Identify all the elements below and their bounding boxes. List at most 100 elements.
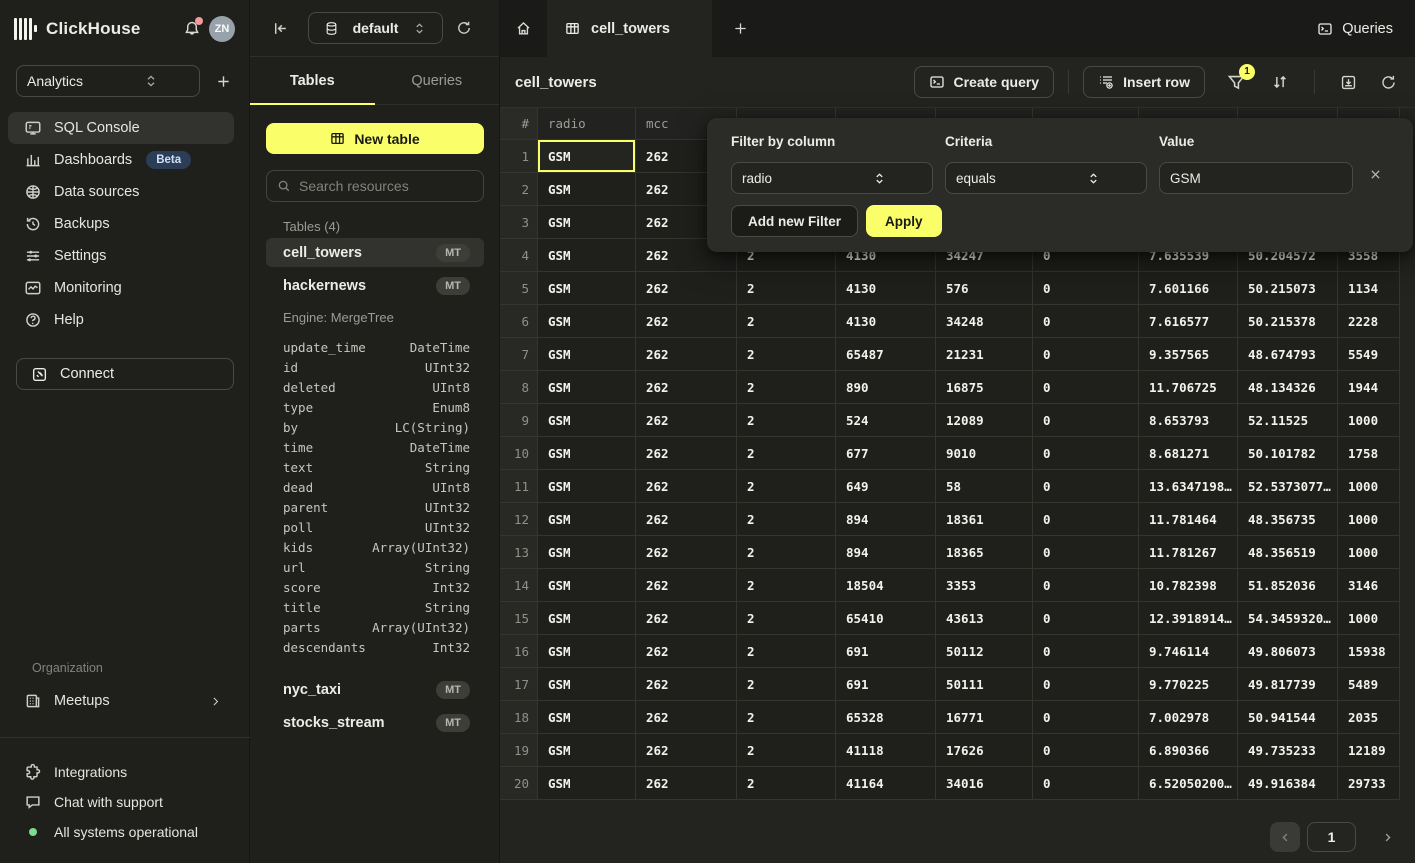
grid-cell[interactable]: 11.706725	[1139, 371, 1238, 404]
grid-cell[interactable]: 8.681271	[1139, 437, 1238, 470]
search-resources-box[interactable]	[266, 170, 484, 202]
grid-cell[interactable]: 10.782398	[1139, 569, 1238, 602]
grid-cell[interactable]: 65410	[836, 602, 936, 635]
grid-header-cell[interactable]: radio	[538, 108, 636, 140]
explorer-tab-queries[interactable]: Queries	[375, 57, 500, 104]
grid-cell[interactable]: 18504	[836, 569, 936, 602]
grid-cell[interactable]: 0	[1033, 437, 1139, 470]
grid-cell[interactable]: 0	[1033, 404, 1139, 437]
grid-cell[interactable]: 0	[1033, 305, 1139, 338]
grid-cell[interactable]: GSM	[538, 437, 636, 470]
refresh-icon[interactable]	[1380, 74, 1397, 91]
grid-cell[interactable]: 1000	[1338, 503, 1400, 536]
grid-cell[interactable]: 13.6347198…	[1139, 470, 1238, 503]
grid-cell[interactable]: 1000	[1338, 602, 1400, 635]
grid-cell[interactable]: 262	[636, 701, 737, 734]
grid-cell[interactable]: 894	[836, 503, 936, 536]
grid-cell[interactable]: GSM	[538, 767, 636, 800]
grid-cell[interactable]: 49.916384	[1238, 767, 1338, 800]
grid-cell[interactable]: GSM	[538, 701, 636, 734]
grid-cell[interactable]: 9.746114	[1139, 635, 1238, 668]
grid-cell[interactable]: 262	[636, 371, 737, 404]
grid-cell[interactable]: 0	[1033, 371, 1139, 404]
grid-cell[interactable]: 2	[737, 701, 836, 734]
grid-cell[interactable]: 524	[836, 404, 936, 437]
current-page-button[interactable]: 1	[1307, 822, 1356, 852]
grid-cell[interactable]: 691	[836, 668, 936, 701]
sidebar-item-sql-console[interactable]: SQL Console	[8, 112, 234, 144]
grid-cell[interactable]: 50.941544	[1238, 701, 1338, 734]
add-new-filter-button[interactable]: Add new Filter	[731, 205, 858, 237]
sidebar-item-integrations[interactable]: Integrations	[8, 757, 242, 787]
grid-cell[interactable]: 262	[636, 272, 737, 305]
grid-cell[interactable]: 3146	[1338, 569, 1400, 602]
grid-header-cell[interactable]: #	[500, 108, 538, 140]
grid-cell[interactable]: 0	[1033, 635, 1139, 668]
filter-column-select[interactable]: radio	[731, 162, 933, 194]
grid-cell[interactable]: 41164	[836, 767, 936, 800]
grid-cell[interactable]: 16771	[936, 701, 1033, 734]
grid-cell[interactable]: 48.134326	[1238, 371, 1338, 404]
grid-cell[interactable]: 1134	[1338, 272, 1400, 305]
search-resources-input[interactable]	[299, 178, 473, 194]
grid-cell[interactable]: 2	[737, 767, 836, 800]
grid-cell[interactable]: 649	[836, 470, 936, 503]
grid-cell[interactable]: 0	[1033, 668, 1139, 701]
grid-cell[interactable]: 262	[636, 437, 737, 470]
grid-cell[interactable]: 0	[1033, 338, 1139, 371]
table-list-item-stocks_stream[interactable]: stocks_streamMT	[266, 708, 484, 737]
grid-cell[interactable]: GSM	[538, 206, 636, 239]
grid-cell[interactable]: 691	[836, 635, 936, 668]
grid-cell[interactable]: 21231	[936, 338, 1033, 371]
grid-cell[interactable]: 65487	[836, 338, 936, 371]
grid-cell[interactable]: 0	[1033, 569, 1139, 602]
grid-cell[interactable]: 9.357565	[1139, 338, 1238, 371]
grid-cell[interactable]: 890	[836, 371, 936, 404]
grid-cell[interactable]: GSM	[538, 404, 636, 437]
grid-cell[interactable]: 7.601166	[1139, 272, 1238, 305]
grid-cell[interactable]: 0	[1033, 272, 1139, 305]
filter-value-input[interactable]	[1170, 171, 1342, 186]
grid-cell[interactable]: 0	[1033, 701, 1139, 734]
grid-cell[interactable]: 50.101782	[1238, 437, 1338, 470]
grid-cell[interactable]: 2	[737, 635, 836, 668]
grid-cell[interactable]: 43613	[936, 602, 1033, 635]
grid-cell[interactable]: 50112	[936, 635, 1033, 668]
grid-cell[interactable]: 18365	[936, 536, 1033, 569]
table-list-item-nyc_taxi[interactable]: nyc_taxiMT	[266, 675, 484, 704]
grid-cell[interactable]: GSM	[538, 503, 636, 536]
download-icon[interactable]	[1340, 74, 1357, 91]
workspace-selector[interactable]: Analytics	[16, 65, 200, 97]
sidebar-item-backups[interactable]: Backups	[8, 208, 234, 240]
sidebar-item-settings[interactable]: Settings	[8, 240, 234, 272]
grid-cell[interactable]: 48.356735	[1238, 503, 1338, 536]
grid-cell[interactable]: 677	[836, 437, 936, 470]
grid-cell[interactable]: 16875	[936, 371, 1033, 404]
grid-cell[interactable]: 54.3459320…	[1238, 602, 1338, 635]
grid-cell[interactable]: 1758	[1338, 437, 1400, 470]
grid-cell[interactable]: 9010	[936, 437, 1033, 470]
grid-cell[interactable]: 2228	[1338, 305, 1400, 338]
grid-cell[interactable]: 5489	[1338, 668, 1400, 701]
criteria-select[interactable]: equals	[945, 162, 1147, 194]
grid-cell[interactable]: GSM	[538, 734, 636, 767]
table-list-item-cell_towers[interactable]: cell_towersMT	[266, 238, 484, 267]
grid-cell[interactable]: 894	[836, 536, 936, 569]
grid-cell[interactable]: 2	[737, 437, 836, 470]
grid-cell[interactable]: 12089	[936, 404, 1033, 437]
table-list-item-hackernews[interactable]: hackernewsMT	[266, 271, 484, 300]
grid-cell[interactable]: 0	[1033, 503, 1139, 536]
new-table-button[interactable]: New table	[266, 123, 484, 154]
grid-cell[interactable]: 65328	[836, 701, 936, 734]
grid-cell[interactable]: 34248	[936, 305, 1033, 338]
grid-cell[interactable]: 50111	[936, 668, 1033, 701]
grid-cell[interactable]: 12189	[1338, 734, 1400, 767]
grid-cell[interactable]: 17626	[936, 734, 1033, 767]
tab-cell-towers[interactable]: cell_towers	[547, 0, 712, 57]
grid-cell[interactable]: 262	[636, 338, 737, 371]
new-tab-button[interactable]	[725, 0, 755, 57]
create-query-button[interactable]: Create query	[914, 66, 1055, 98]
remove-filter-icon[interactable]	[1369, 168, 1382, 181]
grid-cell[interactable]: 12.3918914…	[1139, 602, 1238, 635]
grid-cell[interactable]: GSM	[538, 470, 636, 503]
